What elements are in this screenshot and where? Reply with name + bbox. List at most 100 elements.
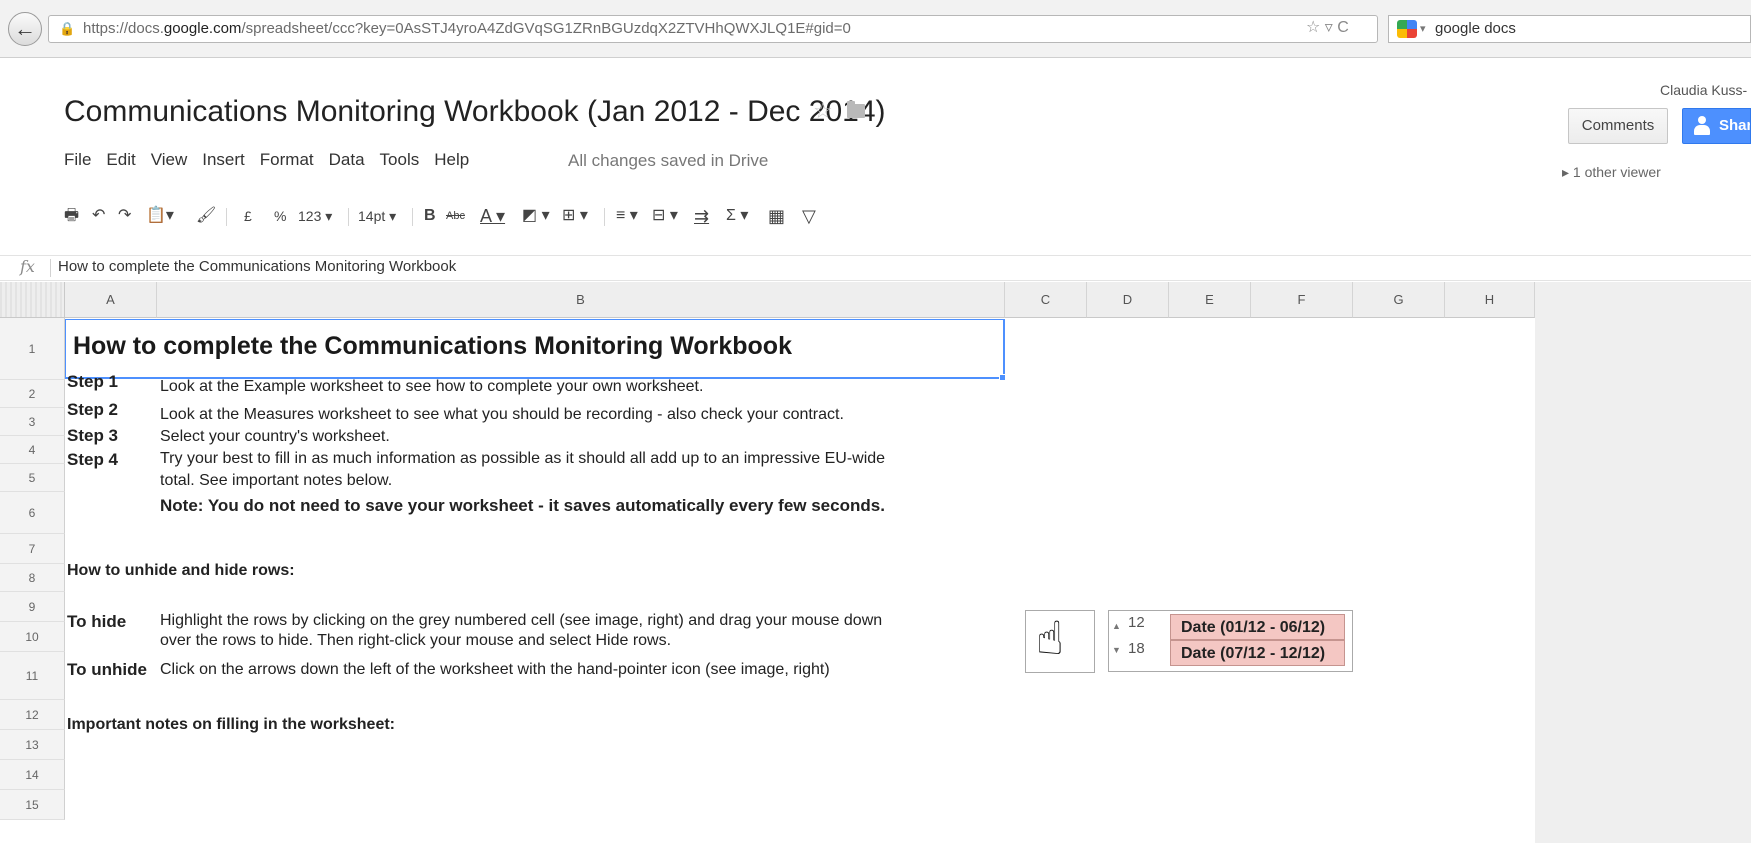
paint-format-icon[interactable]: 🖌: [196, 206, 216, 226]
step2-label: Step 2: [67, 400, 119, 419]
share-person-icon: [1693, 116, 1711, 136]
row-header-4[interactable]: 4: [0, 436, 65, 464]
column-header-a[interactable]: A: [65, 282, 157, 318]
example-date-cell-2: Date (07/12 - 12/12): [1170, 640, 1345, 666]
merge-cells-button[interactable]: ⊟ ▾: [652, 206, 678, 226]
row-header-2[interactable]: 2: [0, 380, 65, 408]
url-path: /spreadsheet/ccc?key=0AsSTJ4yroA4ZdGVqSG…: [241, 20, 851, 37]
address-bar[interactable]: 🔒 https://docs.google.com/spreadsheet/cc…: [48, 15, 1378, 43]
row-header-13[interactable]: 13: [0, 730, 65, 760]
example-row-number-18: 18: [1128, 640, 1145, 657]
align-button[interactable]: ≡ ▾: [616, 206, 638, 226]
row-header-7[interactable]: 7: [0, 534, 65, 564]
column-header-g[interactable]: G: [1353, 282, 1445, 318]
strikethrough-button[interactable]: Abc: [446, 206, 465, 226]
row-header-9[interactable]: 9: [0, 592, 65, 622]
column-header-h[interactable]: H: [1445, 282, 1535, 318]
paste-icon[interactable]: 📋▾: [146, 206, 174, 226]
undo-icon[interactable]: ↶: [92, 206, 105, 226]
step4-label: Step 4: [67, 450, 119, 469]
redo-icon[interactable]: ↷: [118, 206, 131, 226]
text-color-button[interactable]: A ▾: [480, 206, 505, 226]
toolbar-divider: [604, 208, 605, 226]
row-header-1[interactable]: 1: [0, 318, 65, 380]
row-header-12[interactable]: 12: [0, 700, 65, 730]
step4-text-line1: Try your best to fill in as much informa…: [160, 450, 886, 467]
menu-file[interactable]: File: [64, 150, 91, 170]
hide-text-line2: over the rows to hide. Then right-click …: [160, 632, 672, 649]
column-header-c[interactable]: C: [1005, 282, 1087, 318]
number-format-dropdown[interactable]: 123 ▾: [298, 206, 332, 226]
comments-button[interactable]: Comments: [1568, 108, 1668, 144]
step2-text: Look at the Measures worksheet to see wh…: [160, 406, 844, 423]
save-note: Note: You do not need to save your works…: [160, 496, 885, 515]
toolbar-divider: [226, 208, 227, 226]
step1-label: Step 1: [67, 372, 119, 391]
menu-format[interactable]: Format: [260, 150, 314, 170]
important-notes-heading: Important notes on filling in the worksh…: [67, 716, 396, 733]
bookmark-star-icon[interactable]: ☆ ▿ C: [1306, 15, 1349, 41]
row-header-6[interactable]: 6: [0, 492, 65, 534]
menu-data[interactable]: Data: [329, 150, 365, 170]
unhide-text: Click on the arrows down the left of the…: [160, 661, 830, 678]
row-header-10[interactable]: 10: [0, 622, 65, 652]
row-header-3[interactable]: 3: [0, 408, 65, 436]
hide-rows-heading: How to unhide and hide rows:: [67, 562, 295, 579]
user-name[interactable]: Claudia Kuss-: [1660, 82, 1747, 98]
toolbar-divider: [412, 208, 413, 226]
column-header-f[interactable]: F: [1251, 282, 1353, 318]
document-title[interactable]: Communications Monitoring Workbook (Jan …: [64, 95, 886, 129]
formatting-toolbar: [0, 196, 1751, 236]
row-header-15[interactable]: 15: [0, 790, 65, 820]
sheet-outside-area: [1535, 282, 1751, 843]
functions-button[interactable]: Σ ▾: [726, 206, 748, 226]
insert-chart-button[interactable]: ▦: [768, 206, 785, 226]
currency-format-button[interactable]: £: [244, 206, 252, 226]
menu-edit[interactable]: Edit: [106, 150, 135, 170]
folder-icon[interactable]: [847, 101, 865, 118]
fill-handle[interactable]: [999, 374, 1006, 381]
lock-icon: 🔒: [59, 21, 76, 36]
menu-view[interactable]: View: [151, 150, 188, 170]
wrap-text-button[interactable]: ⇉: [694, 206, 709, 226]
back-button[interactable]: ←: [8, 12, 42, 46]
row-header-8[interactable]: 8: [0, 564, 65, 592]
hide-text-line1: Highlight the rows by clicking on the gr…: [160, 612, 883, 629]
star-icon[interactable]: ☆: [813, 98, 833, 124]
menu-help[interactable]: Help: [434, 150, 469, 170]
save-status[interactable]: All changes saved in Drive: [568, 151, 768, 171]
font-size-dropdown[interactable]: 14pt ▾: [358, 206, 396, 226]
sheet-heading: How to complete the Communications Monit…: [73, 332, 792, 360]
column-header-e[interactable]: E: [1169, 282, 1251, 318]
bold-button[interactable]: B: [424, 206, 436, 226]
menu-tools[interactable]: Tools: [380, 150, 420, 170]
column-header-d[interactable]: D: [1087, 282, 1169, 318]
row-header-11[interactable]: 11: [0, 652, 65, 700]
fill-color-button[interactable]: ◩ ▾: [522, 206, 550, 226]
menu-insert[interactable]: Insert: [202, 150, 245, 170]
url-host: google.com: [163, 20, 242, 37]
step3-text: Select your country's worksheet.: [160, 428, 390, 445]
search-input[interactable]: ▾ google docs: [1388, 15, 1751, 43]
search-engine-dropdown-icon[interactable]: ▾: [1420, 16, 1426, 42]
percent-format-button[interactable]: %: [274, 206, 286, 226]
select-all-corner[interactable]: [0, 282, 65, 318]
arrow-up-icon: ▲: [1112, 621, 1121, 631]
filter-button[interactable]: ▽: [802, 206, 816, 226]
step4-text-line2: total. See important notes below.: [160, 472, 393, 489]
fx-icon: fx: [20, 257, 35, 276]
unhide-label: To unhide: [67, 660, 147, 679]
borders-button[interactable]: ⊞ ▾: [562, 206, 588, 226]
other-viewers[interactable]: ▸ 1 other viewer: [1562, 164, 1661, 181]
share-button[interactable]: Share: [1682, 108, 1751, 144]
column-header-b[interactable]: B: [157, 282, 1005, 318]
example-row-number-12: 12: [1128, 614, 1145, 631]
print-icon[interactable]: 🖶: [64, 206, 79, 226]
formula-input[interactable]: How to complete the Communications Monit…: [58, 258, 456, 275]
hide-label: To hide: [67, 612, 127, 631]
row-header-14[interactable]: 14: [0, 760, 65, 790]
google-logo-icon: [1397, 20, 1417, 38]
search-text: google docs: [1435, 20, 1516, 37]
sheet-grid[interactable]: [65, 318, 1535, 843]
row-header-5[interactable]: 5: [0, 464, 65, 492]
